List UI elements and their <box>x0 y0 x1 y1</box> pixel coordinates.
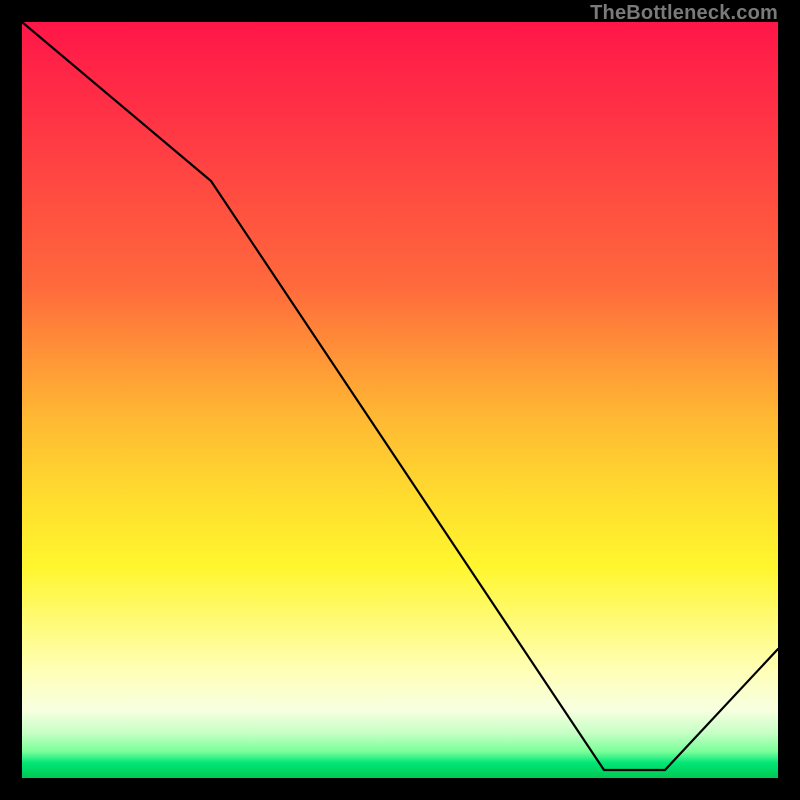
watermark-text: TheBottleneck.com <box>590 2 778 25</box>
chart-stage: TheBottleneck.com <box>0 0 800 800</box>
chart-background-gradient <box>22 22 778 778</box>
